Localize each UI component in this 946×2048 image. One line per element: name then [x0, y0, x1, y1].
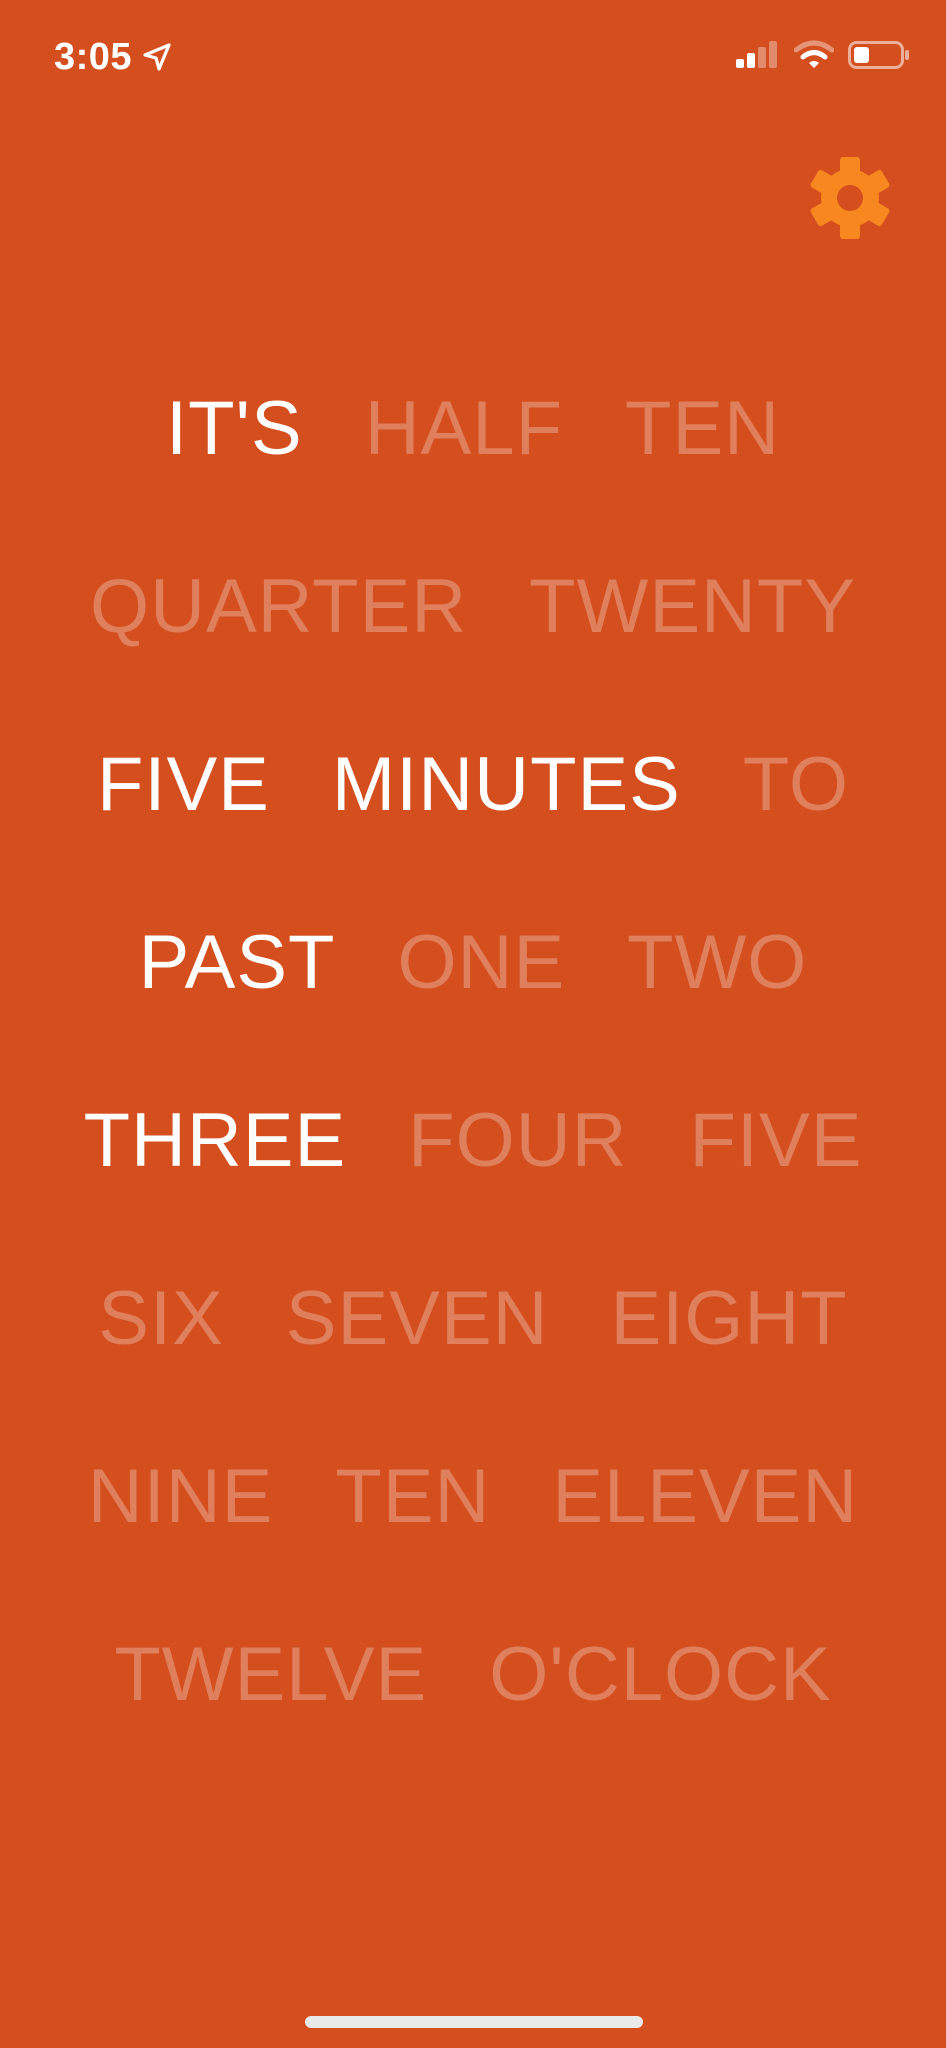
- wifi-icon: [794, 40, 834, 70]
- word-row: QUARTER TWENTY: [0, 518, 946, 696]
- word-oclock: O'CLOCK: [489, 1632, 832, 1717]
- status-time: 3:05: [54, 36, 133, 78]
- word-twelve: TWELVE: [114, 1632, 428, 1717]
- word-five-hour: FIVE: [689, 1098, 863, 1183]
- word-ten-minutes: TEN: [625, 386, 781, 471]
- word-minutes: MINUTES: [331, 742, 681, 827]
- word-row: NINE TEN ELEVEN: [0, 1408, 946, 1586]
- status-time-group: 3:05: [54, 34, 172, 80]
- word-row: IT'S HALF TEN: [0, 340, 946, 518]
- word-its: IT'S: [165, 386, 303, 471]
- word-three: THREE: [83, 1098, 347, 1183]
- word-nine: NINE: [87, 1454, 274, 1539]
- word-eleven: ELEVEN: [552, 1454, 859, 1539]
- cellular-signal-icon: [736, 40, 780, 70]
- status-indicators: [736, 40, 910, 70]
- gear-icon: [807, 155, 893, 241]
- word-clock: IT'S HALF TEN QUARTER TWENTY FIVE MINUTE…: [0, 340, 946, 1764]
- word-seven: SEVEN: [285, 1276, 549, 1361]
- word-past: PAST: [138, 920, 336, 1005]
- word-row: SIX SEVEN EIGHT: [0, 1230, 946, 1408]
- word-two: TWO: [627, 920, 808, 1005]
- word-quarter: QUARTER: [89, 564, 468, 649]
- word-row: THREE FOUR FIVE: [0, 1052, 946, 1230]
- word-one: ONE: [397, 920, 566, 1005]
- word-eight: EIGHT: [610, 1276, 848, 1361]
- word-half: HALF: [364, 386, 564, 471]
- word-ten-hour: TEN: [335, 1454, 491, 1539]
- word-row: FIVE MINUTES TO: [0, 696, 946, 874]
- word-row: TWELVE O'CLOCK: [0, 1586, 946, 1764]
- home-indicator[interactable]: [305, 2016, 643, 2028]
- settings-button[interactable]: [802, 150, 898, 246]
- word-to: TO: [742, 742, 850, 827]
- word-row: PAST ONE TWO: [0, 874, 946, 1052]
- word-five-minutes: FIVE: [96, 742, 270, 827]
- status-bar: 3:05: [0, 0, 946, 120]
- word-four: FOUR: [408, 1098, 628, 1183]
- battery-icon: [848, 40, 910, 70]
- word-twenty: TWENTY: [529, 564, 857, 649]
- word-six: SIX: [98, 1276, 224, 1361]
- location-arrow-icon: [142, 42, 172, 72]
